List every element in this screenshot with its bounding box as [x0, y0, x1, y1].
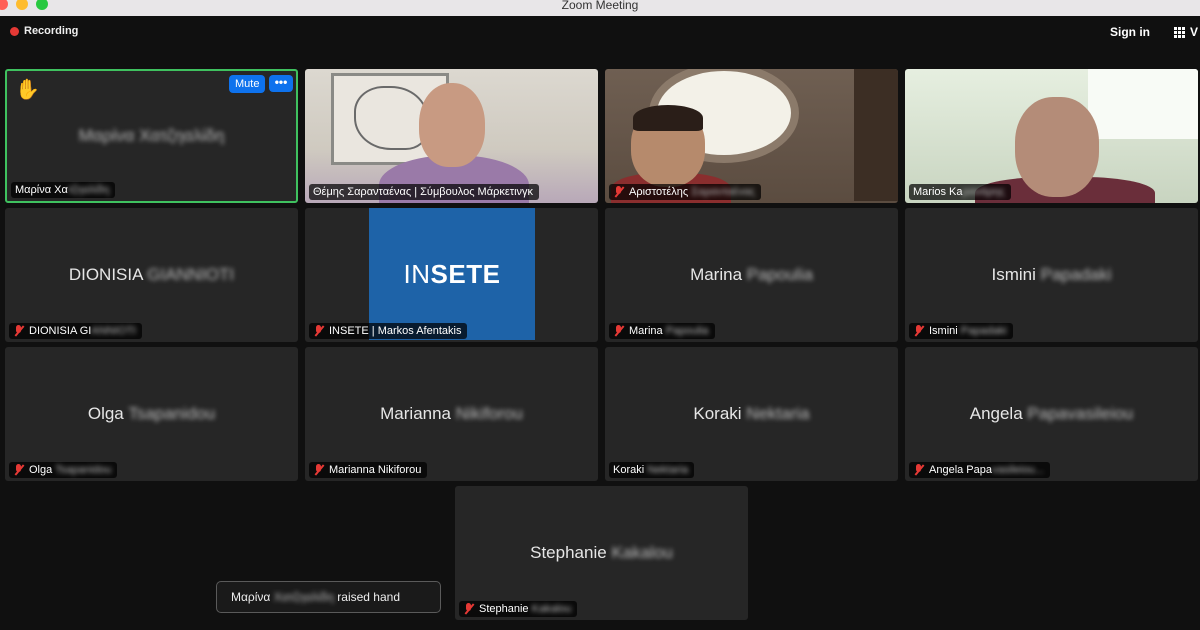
participant-tile[interactable]: Angela Papavasileiou Angela Papavasileio…	[905, 347, 1198, 481]
participant-tile[interactable]: Koraki Nektaria Koraki Nektaria	[605, 347, 898, 481]
participant-tile[interactable]: Stephanie Kakalou Stephanie Kakalou	[455, 486, 748, 620]
participant-tile[interactable]: ✋ Mute ••• Μαρίνα Χατζηαλίδη Μαρίνα Χατζ…	[5, 69, 298, 203]
participant-display-name: Marianna Nikiforou	[380, 404, 523, 423]
participant-tile[interactable]: DIONISIA GIANNIOTI DIONISIA GIANNIOTI	[5, 208, 298, 342]
meeting-window: Recording Sign in V ✋ Mute ••• Μαρίνα Χα…	[0, 16, 1200, 630]
participant-name-label: DIONISIA GIANNIOTI	[9, 323, 142, 339]
participant-tile[interactable]: Marianna Nikiforou Marianna Nikiforou	[305, 347, 598, 481]
participant-name-label: Αριστοτέλης Σαρανταένας	[609, 184, 762, 200]
participant-tile[interactable]: Ismini Papadaki Ismini Papadaki	[905, 208, 1198, 342]
participant-display-name: Olga Tsapanidou	[87, 404, 216, 423]
window-title: Zoom Meeting	[561, 0, 639, 12]
recording-dot-icon	[10, 26, 19, 36]
muted-mic-icon	[913, 325, 924, 337]
recording-indicator[interactable]: Recording	[10, 25, 78, 37]
participant-video-tile[interactable]: Marios Kaρανάρης	[905, 69, 1198, 203]
participant-display-name: Angela Papavasileiou	[969, 404, 1134, 423]
participant-tile[interactable]: Olga Tsapanidou Olga Tsapanidou	[5, 347, 298, 481]
participant-display-name: DIONISIA GIANNIOTI	[68, 265, 235, 284]
participant-name-label: Μαρίνα Χατζηαλίδη	[11, 182, 116, 198]
room-window	[1088, 69, 1198, 139]
title-bar: Zoom Meeting	[0, 0, 1200, 16]
participant-display-name: Koraki Nektaria	[693, 404, 810, 423]
raised-hand-icon: ✋	[15, 79, 40, 101]
participant-display-name: Marina Papoulia	[690, 265, 813, 284]
muted-mic-icon	[613, 186, 624, 198]
muted-mic-icon	[913, 464, 924, 476]
participant-name-label: Θέμης Σαρανταένας | Σύμβουλος Μάρκετινγκ	[309, 184, 540, 200]
muted-mic-icon	[13, 325, 24, 337]
participant-name-label: Ismini Papadaki	[909, 323, 1013, 339]
participant-name-label: INSETE | Markos Afentakis	[309, 323, 468, 339]
mute-participant-button[interactable]: Mute	[229, 75, 266, 93]
more-options-button[interactable]: •••	[269, 75, 293, 92]
participant-video-tile[interactable]: Αριστοτέλης Σαρανταένας	[605, 69, 898, 203]
participant-name-label: Stephanie Kakalou	[459, 601, 578, 617]
view-button[interactable]: V	[1174, 25, 1198, 39]
participant-name-label: Olga Tsapanidou	[9, 462, 118, 478]
muted-mic-icon	[313, 325, 324, 337]
muted-mic-icon	[613, 325, 624, 337]
participant-name-label: Koraki Nektaria	[609, 462, 695, 478]
participant-tile[interactable]: INSETE INSETE | Markos Afentakis	[305, 208, 598, 342]
participant-name-label: Marianna Nikiforou	[309, 462, 428, 478]
sign-in-button[interactable]: Sign in	[1110, 25, 1150, 39]
participant-tile[interactable]: Marina Papoulia Marina Papoulia	[605, 208, 898, 342]
participant-display-name: Μαρίνα Χατζηαλίδη	[78, 126, 225, 145]
recording-label: Recording	[24, 25, 79, 37]
participant-video-tile[interactable]: Θέμης Σαρανταένας | Σύμβουλος Μάρκετινγκ	[305, 69, 598, 203]
muted-mic-icon	[463, 603, 474, 615]
participant-display-name: Ismini Papadaki	[991, 265, 1112, 284]
participant-name-label: Marina Papoulia	[609, 323, 715, 339]
muted-mic-icon	[13, 464, 24, 476]
raised-hand-notification[interactable]: Μαρίνα Χατζηαλίδη raised hand	[216, 581, 441, 613]
muted-mic-icon	[313, 464, 324, 476]
participant-name-label: Angela Papavasileiou...	[909, 462, 1050, 478]
participant-display-name: Stephanie Kakalou	[530, 543, 673, 562]
insete-logo: INSETE	[369, 208, 535, 340]
view-label: V	[1190, 25, 1199, 39]
participant-name-label: Marios Kaρανάρης	[909, 184, 1011, 200]
gallery-grid-icon	[1174, 26, 1185, 38]
